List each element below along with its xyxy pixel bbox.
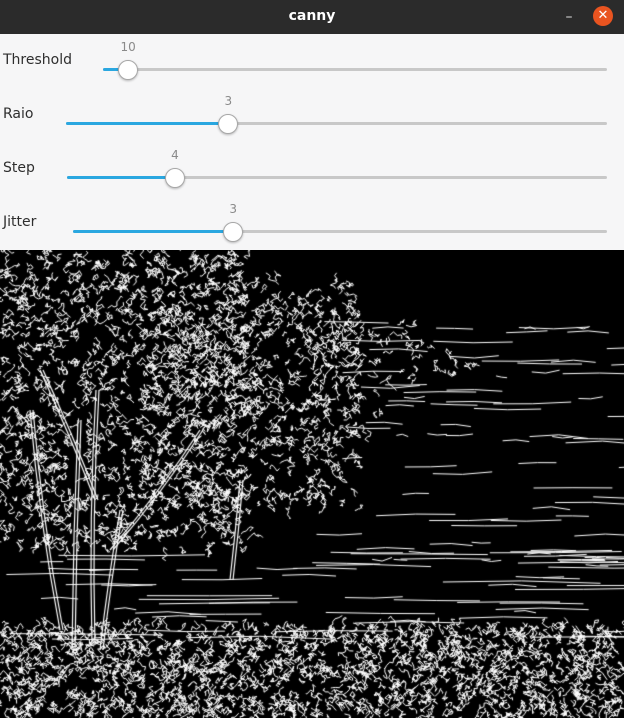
- raio-value: 3: [224, 94, 233, 108]
- step-fill: [67, 176, 175, 179]
- raio-label: Raio: [3, 106, 34, 122]
- jitter-value: 3: [229, 202, 237, 216]
- threshold-value: 10: [120, 40, 136, 54]
- jitter-fill: [73, 230, 234, 233]
- raio-fill: [66, 122, 229, 125]
- step-label: Step: [3, 160, 35, 176]
- jitter-label: Jitter: [3, 214, 37, 230]
- threshold-track[interactable]: [103, 68, 607, 71]
- controls-panel: Threshold 10 Raio 3 Step 4 Jitter 3: [0, 34, 624, 250]
- jitter-handle[interactable]: [223, 222, 244, 242]
- window-title: canny: [288, 8, 336, 24]
- threshold-handle[interactable]: [118, 60, 139, 80]
- raio-handle[interactable]: [218, 114, 239, 134]
- minimize-button[interactable]: –: [559, 8, 579, 26]
- canny-edge-image: [0, 250, 624, 718]
- step-value: 4: [171, 148, 179, 162]
- threshold-label: Threshold: [3, 52, 72, 68]
- title-bar: canny – ✕: [0, 0, 624, 34]
- close-button[interactable]: ✕: [593, 6, 613, 26]
- step-handle[interactable]: [165, 168, 185, 188]
